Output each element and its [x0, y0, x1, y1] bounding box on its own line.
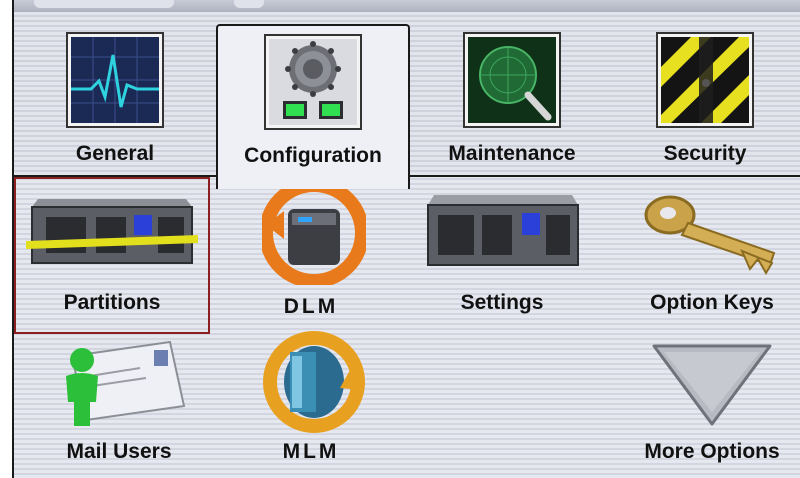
tab-bar: General Configuration Maintenance Securi… [14, 12, 800, 189]
heart-monitor-icon [68, 34, 162, 126]
mail-user-icon [66, 340, 186, 426]
app-frame: General Configuration Maintenance Securi… [12, 0, 800, 478]
option-keys-button[interactable]: Option Keys [622, 177, 800, 327]
tab-configuration[interactable]: Configuration [216, 24, 410, 189]
item-label: DLM [283, 295, 339, 318]
item-label: Settings [460, 291, 544, 314]
partitions-button[interactable]: Partitions [14, 177, 210, 334]
down-triangle-icon [652, 344, 772, 426]
tab-general[interactable]: General [16, 24, 214, 175]
item-label: Option Keys [650, 291, 774, 314]
mail-users-button[interactable]: Mail Users [34, 330, 204, 470]
key-icon [644, 195, 776, 275]
dlm-button[interactable]: DLM [226, 177, 396, 327]
item-label: Mail Users [66, 440, 172, 463]
tab-label: Configuration [244, 144, 382, 167]
top-strip-tab [34, 0, 174, 8]
library-unit-icon [427, 195, 579, 266]
drive-lifecycle-icon [262, 181, 366, 285]
item-label: More Options [644, 440, 780, 463]
mlm-button[interactable]: MLM [226, 330, 396, 470]
tab-label: Maintenance [448, 142, 576, 165]
settings-button[interactable]: Settings [414, 177, 590, 327]
more-options-button[interactable]: More Options [622, 330, 800, 470]
item-label: MLM [282, 440, 340, 463]
hazard-stripes-icon [658, 34, 752, 126]
dial-gauge-icon [266, 36, 360, 128]
media-lifecycle-icon [263, 331, 365, 433]
top-strip-tab [234, 0, 264, 8]
tab-label: General [75, 142, 155, 165]
magnifier-radar-icon [465, 34, 559, 126]
library-partitions-icon [26, 199, 198, 264]
tab-maintenance[interactable]: Maintenance [414, 24, 610, 175]
tab-label: Security [663, 142, 747, 165]
item-label: Partitions [63, 291, 161, 314]
tab-security[interactable]: Security [610, 24, 800, 175]
